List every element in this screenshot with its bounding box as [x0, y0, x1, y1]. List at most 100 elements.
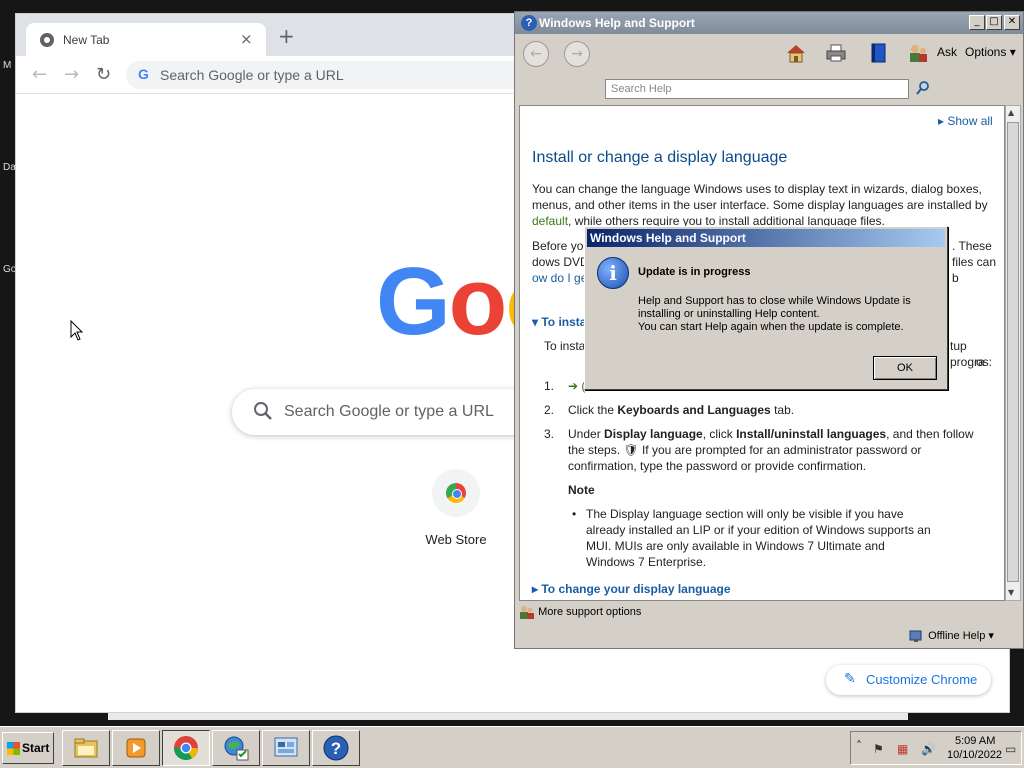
action-center-icon[interactable]: ⚑	[873, 742, 884, 756]
chrome-icon	[174, 736, 198, 761]
background-window-strip	[108, 712, 908, 720]
maximize-button[interactable]: □	[986, 15, 1002, 30]
section-change-toggle[interactable]: ▸ To change your display language	[532, 582, 731, 596]
volume-icon[interactable]: 🔊	[921, 742, 936, 756]
desktop-label[interactable]: Da	[3, 162, 16, 173]
shortcut-label[interactable]: Web Store	[414, 532, 498, 547]
taskbar-explorer[interactable]	[62, 730, 110, 766]
paragraph-text: You can change the language Windows uses…	[532, 182, 988, 212]
bullet-icon: •	[572, 507, 577, 521]
tab-close-icon[interactable]: ×	[240, 30, 253, 48]
search-icon	[254, 402, 272, 420]
dialog-title: Windows Help and Support	[590, 231, 746, 245]
search-placeholder: Search Google or type a URL	[284, 403, 494, 420]
offline-help-menu[interactable]: Offline Help ▾	[909, 629, 994, 643]
paragraph-fragment: . These files can b	[952, 239, 997, 285]
section-install-toggle[interactable]: ▾ To insta	[532, 315, 586, 329]
offline-help-icon	[909, 630, 922, 643]
customize-chrome-label: Customize Chrome	[866, 672, 978, 687]
more-support-label: More support options	[538, 605, 642, 618]
scroll-down-arrow-icon[interactable]: ▼	[1008, 588, 1018, 597]
tab-new-tab[interactable]: New Tab ×	[26, 23, 266, 56]
help-toolbar: ← → Ask Options ▾ Search Help	[515, 34, 1023, 106]
note-text: The Display language section will only b…	[586, 507, 931, 569]
step-bold: Keyboards and Languages	[617, 403, 771, 417]
step-number: 2.	[544, 403, 555, 417]
step-text-part: tab.	[770, 403, 795, 417]
system-tray: ˄ ⚑ ▦ 🔊 5:09 AM 10/10/2022 ▭	[850, 731, 1022, 765]
step-bold: Display language	[604, 427, 703, 441]
tray-expand-chevron-icon[interactable]: ˄	[856, 739, 862, 753]
dialog-titlebar[interactable]: Windows Help and Support	[587, 229, 945, 247]
step-text-part: , click	[702, 427, 737, 441]
taskbar-network[interactable]	[212, 730, 260, 766]
step-text-part: Under	[568, 427, 605, 441]
taskbar-help[interactable]: ?	[312, 730, 360, 766]
back-arrow-icon[interactable]: ←	[32, 64, 47, 85]
reload-icon[interactable]: ↻	[96, 64, 111, 85]
show-desktop-icon[interactable]: ▭	[1005, 742, 1016, 756]
forward-arrow-icon[interactable]: →	[64, 64, 79, 85]
step-text: Under Display language, click Install/un…	[568, 426, 978, 474]
vertical-scrollbar[interactable]: ▲ ▼	[1005, 105, 1021, 601]
desktop-label[interactable]: M	[3, 60, 11, 71]
paragraph-fragment: os:	[976, 355, 993, 369]
start-button[interactable]: Start	[2, 732, 54, 764]
help-question-icon: ?	[323, 735, 349, 761]
taskbar-media-player[interactable]	[112, 730, 160, 766]
close-button[interactable]: ✕	[1004, 15, 1020, 30]
search-icon[interactable]	[915, 80, 931, 96]
taskbar-chrome[interactable]	[162, 730, 210, 766]
minimize-button[interactable]: _	[969, 15, 985, 30]
step-3: 3. Under Display language, click Install…	[544, 426, 984, 474]
window-title: Windows Help and Support	[539, 16, 695, 30]
ok-button[interactable]: OK	[873, 356, 937, 380]
dialog-message: installing or uninstalling Help content.	[638, 308, 820, 320]
dialog-heading: Update is in progress	[638, 266, 751, 278]
help-titlebar[interactable]: ? Windows Help and Support _ □ ✕	[515, 12, 1023, 34]
note-label: Note	[568, 483, 595, 497]
shield-icon: 🛡	[623, 443, 639, 457]
print-icon[interactable]	[825, 42, 847, 64]
show-all-link[interactable]: ▸ Show all	[938, 114, 993, 128]
web-store-icon	[446, 483, 466, 503]
svg-text:?: ?	[331, 739, 341, 758]
folder-icon	[74, 738, 98, 758]
step-number: 3.	[544, 427, 555, 441]
home-icon[interactable]	[785, 42, 807, 64]
web-store-shortcut[interactable]	[432, 469, 480, 517]
paragraph-fragment: Before yo	[532, 239, 584, 253]
default-link[interactable]: default	[532, 214, 568, 228]
page-title: Install or change a display language	[532, 149, 788, 166]
clock-date[interactable]: 10/10/2022	[947, 749, 1002, 761]
options-menu[interactable]: Options ▾	[965, 45, 1016, 59]
browse-help-book-icon[interactable]	[867, 42, 889, 64]
mouse-pointer-icon	[70, 320, 84, 341]
windows-flag-icon	[7, 742, 20, 755]
search-help-input[interactable]: Search Help	[605, 79, 909, 99]
scroll-thumb[interactable]	[1007, 122, 1019, 582]
step-number: 1.	[544, 379, 555, 393]
taskbar: Start ? ˄ ⚑ ▦ 🔊 5:09 AM 10/10/2022 ▭	[0, 726, 1024, 768]
google-logo-letter: o	[448, 248, 508, 355]
search-help-placeholder: Search Help	[611, 83, 672, 95]
media-player-icon	[126, 738, 146, 758]
ask-label[interactable]: Ask	[937, 45, 957, 59]
customize-chrome-button[interactable]: ✎ Customize Chrome	[826, 665, 991, 695]
forward-button[interactable]: →	[564, 41, 590, 67]
new-tab-button[interactable]: +	[278, 26, 295, 46]
address-bar-placeholder: Search Google or type a URL	[160, 67, 344, 83]
help-icon: ?	[521, 15, 537, 31]
support-people-icon	[520, 606, 534, 619]
paragraph-fragment: To insta	[544, 339, 586, 353]
google-g-icon: G	[138, 66, 149, 82]
clock-time[interactable]: 5:09 AM	[955, 735, 995, 747]
dialog-message: You can start Help again when the update…	[638, 321, 904, 333]
network-disconnected-icon[interactable]: ▦	[897, 742, 908, 756]
ask-people-icon[interactable]	[907, 42, 929, 64]
back-button[interactable]: ←	[523, 41, 549, 67]
pencil-icon: ✎	[844, 671, 856, 687]
taskbar-control-panel[interactable]	[262, 730, 310, 766]
scroll-up-arrow-icon[interactable]: ▲	[1008, 108, 1018, 117]
more-support-options[interactable]: More support options	[519, 605, 641, 619]
